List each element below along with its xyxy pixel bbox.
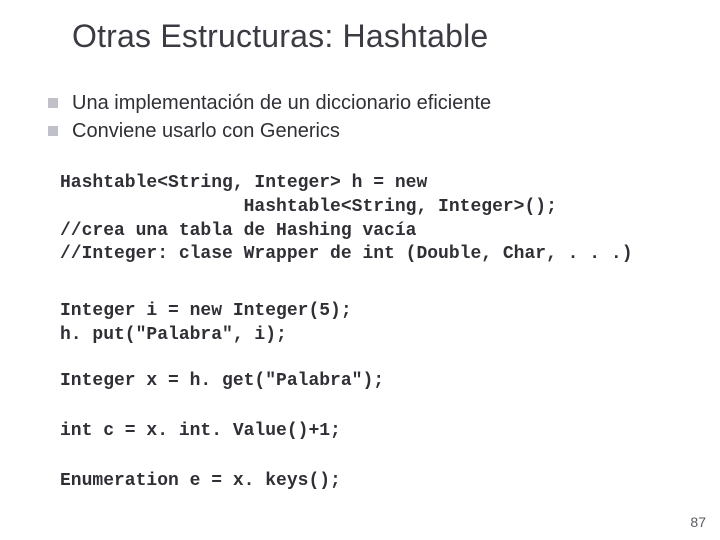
code-block: int c = x. int. Value()+1; xyxy=(60,420,680,444)
code-block: Hashtable<String, Integer> h = new Hasht… xyxy=(60,172,680,267)
square-bullet-icon xyxy=(48,126,58,136)
code-block: Integer x = h. get("Palabra"); xyxy=(60,370,680,394)
slide: Otras Estructuras: Hashtable Una impleme… xyxy=(0,0,720,540)
page-number: 87 xyxy=(690,514,706,530)
bullet-list: Una implementación de un diccionario efi… xyxy=(48,90,680,146)
bullet-item: Una implementación de un diccionario efi… xyxy=(48,90,680,116)
bullet-item: Conviene usarlo con Generics xyxy=(48,118,680,144)
code-block: Integer i = new Integer(5); h. put("Pala… xyxy=(60,300,680,348)
bullet-text: Una implementación de un diccionario efi… xyxy=(72,90,491,116)
slide-title: Otras Estructuras: Hashtable xyxy=(72,18,488,55)
square-bullet-icon xyxy=(48,98,58,108)
code-block: Enumeration e = x. keys(); xyxy=(60,470,680,494)
bullet-text: Conviene usarlo con Generics xyxy=(72,118,340,144)
